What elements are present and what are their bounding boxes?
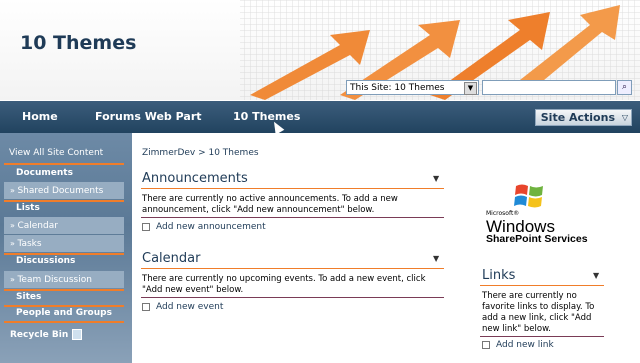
divider	[4, 253, 124, 255]
recycle-bin-link[interactable]: Recycle Bin	[10, 329, 130, 340]
nav-item-label: Calendar	[17, 221, 58, 231]
links-empty-text: There are currently no favorite links to…	[482, 291, 595, 334]
top-navigation: Home Forums Web Part 10 Themes Site Acti…	[0, 101, 640, 133]
site-banner: 10 Themes This Site: 10 Themes ▼ ⌕	[0, 0, 640, 100]
add-icon	[142, 302, 150, 311]
nav-heading-documents[interactable]: Documents	[16, 168, 136, 178]
site-title[interactable]: 10 Themes	[20, 32, 136, 54]
divider	[141, 268, 444, 269]
divider	[480, 336, 604, 337]
divider	[141, 217, 444, 218]
quick-launch: View All Site Content Documents » Shared…	[0, 133, 132, 363]
divider	[4, 305, 124, 307]
chevron-down-icon[interactable]: ▼	[593, 271, 599, 280]
add-link-label: Add new announcement	[156, 222, 266, 232]
divider	[4, 321, 124, 323]
divider	[4, 163, 124, 165]
recycle-bin-label: Recycle Bin	[10, 330, 69, 340]
chevron-down-icon[interactable]: ▼	[433, 174, 439, 183]
nav-item-shared-documents[interactable]: » Shared Documents	[4, 182, 124, 199]
nav-item-tasks[interactable]: » Tasks	[4, 235, 124, 252]
search-icon[interactable]: ⌕	[617, 80, 632, 95]
add-new-announcement-link[interactable]: Add new announcement	[142, 222, 266, 232]
divider	[141, 297, 444, 298]
calendar-title[interactable]: Calendar	[142, 251, 200, 266]
nav-item-label: Tasks	[17, 239, 42, 249]
announcements-title[interactable]: Announcements	[142, 171, 248, 186]
divider	[480, 285, 604, 286]
site-actions-menu[interactable]: Site Actions ▽	[534, 109, 632, 126]
tab-home[interactable]: Home	[22, 110, 58, 123]
tab-forums-web-part[interactable]: Forums Web Part	[95, 110, 202, 123]
windows-flag-icon	[514, 184, 543, 208]
add-new-event-link[interactable]: Add new event	[142, 302, 223, 312]
chevron-down-icon[interactable]: ▼	[433, 254, 439, 263]
tab-10-themes[interactable]: 10 Themes	[233, 110, 300, 123]
windows-sharepoint-services-logo: Microsoft® Windows SharePoint Services	[486, 180, 606, 250]
divider	[141, 188, 444, 189]
add-link-label: Add new event	[156, 302, 224, 312]
add-new-link-link[interactable]: Add new link	[482, 340, 554, 350]
nav-heading-people-and-groups[interactable]: People and Groups	[16, 308, 136, 318]
logo-microsoft-text: Microsoft®	[486, 210, 520, 217]
calendar-empty-text: There are currently no upcoming events. …	[142, 274, 426, 295]
nav-heading-lists[interactable]: Lists	[16, 203, 136, 213]
add-icon	[142, 222, 150, 231]
nav-item-team-discussion[interactable]: » Team Discussion	[4, 271, 124, 288]
breadcrumb[interactable]: ZimmerDev > 10 Themes	[142, 148, 259, 158]
announcements-empty-text: There are currently no active announceme…	[142, 194, 398, 215]
chevron-down-icon: ▽	[621, 113, 628, 122]
links-title[interactable]: Links	[482, 268, 515, 283]
nav-item-label: Team Discussion	[17, 275, 92, 285]
search-scope-value: This Site: 10 Themes	[350, 83, 445, 93]
nav-item-calendar[interactable]: » Calendar	[4, 217, 124, 234]
search-input[interactable]	[482, 80, 616, 95]
divider	[4, 200, 124, 202]
nav-heading-discussions[interactable]: Discussions	[16, 256, 136, 266]
view-all-site-content-link[interactable]: View All Site Content	[9, 148, 129, 158]
nav-item-label: Shared Documents	[17, 186, 104, 196]
add-icon	[482, 340, 490, 349]
add-link-label: Add new link	[496, 340, 554, 350]
recycle-bin-icon	[72, 329, 83, 340]
search-scope-select[interactable]: This Site: 10 Themes ▼	[346, 80, 479, 95]
nav-heading-sites[interactable]: Sites	[16, 292, 136, 302]
dropdown-arrow-icon[interactable]: ▼	[464, 82, 477, 95]
logo-sharepoint-text: SharePoint Services	[486, 233, 588, 245]
divider	[4, 289, 124, 291]
site-actions-label: Site Actions	[540, 111, 615, 124]
